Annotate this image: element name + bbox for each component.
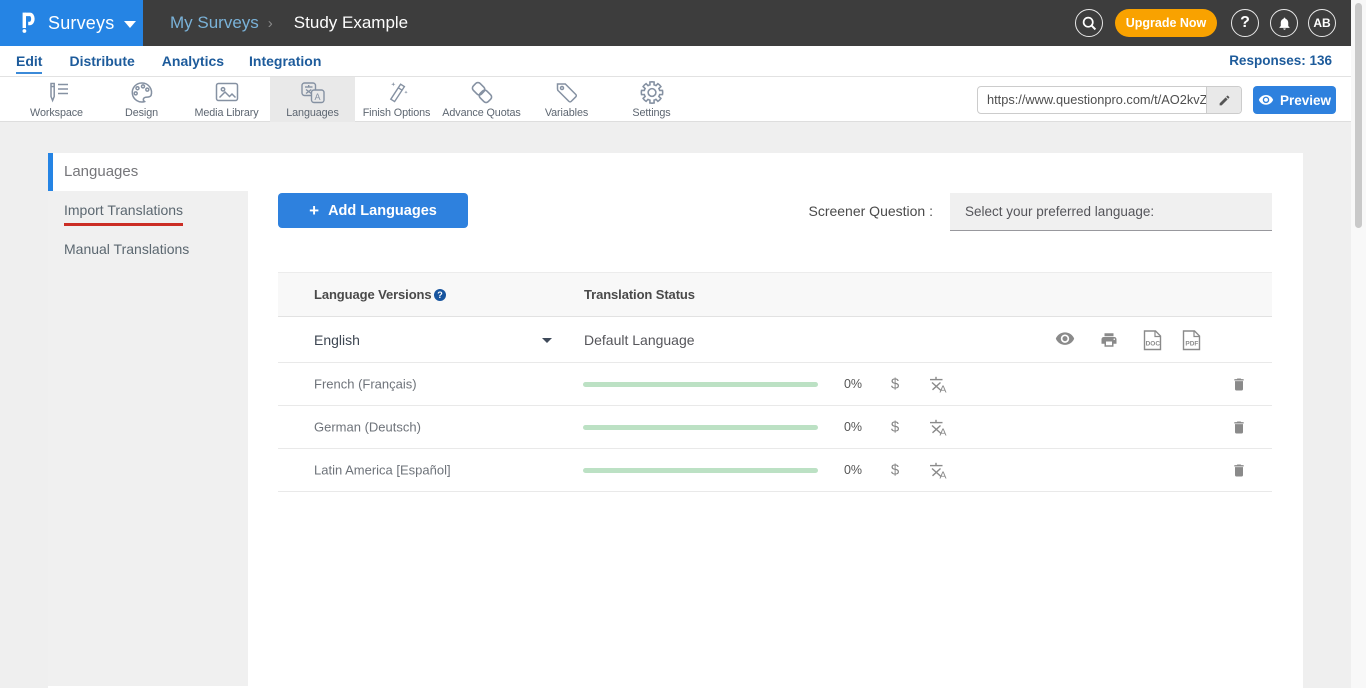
svg-text:A: A	[940, 470, 947, 480]
svg-text:DOC: DOC	[1146, 341, 1161, 348]
svg-text:PDF: PDF	[1185, 341, 1198, 348]
svg-text:A: A	[940, 384, 947, 394]
svg-text:A: A	[314, 92, 320, 102]
svg-text:A: A	[940, 427, 947, 437]
